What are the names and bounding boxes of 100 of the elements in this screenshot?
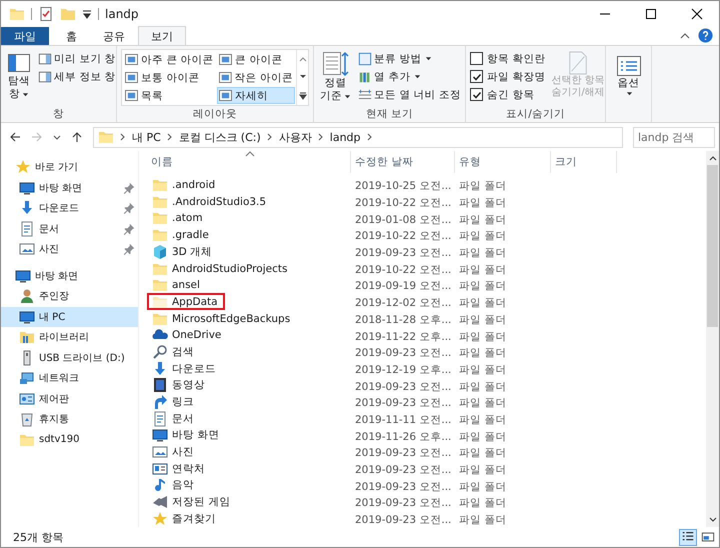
file-name[interactable]: MicrosoftEdgeBackups	[147, 310, 298, 328]
layout-option[interactable]: 자세히	[217, 87, 295, 104]
file-name[interactable]: ansel	[147, 276, 207, 294]
checkbox[interactable]	[470, 70, 483, 83]
sort-by-button[interactable]: 정렬 기준	[318, 49, 353, 105]
column-header[interactable]: 크기	[551, 151, 617, 173]
file-name[interactable]: 음악	[147, 476, 201, 494]
properties-icon[interactable]	[38, 6, 54, 22]
column-header[interactable]: 유형	[455, 151, 551, 173]
details-pane-button[interactable]: 세부 정보 창	[37, 68, 117, 85]
checkbox[interactable]	[470, 52, 483, 65]
layout-option[interactable]: 작은 아이콘	[217, 69, 295, 86]
file-name[interactable]: .AndroidStudio3.5	[147, 193, 274, 210]
view-toggle-button[interactable]	[679, 528, 697, 546]
sidebar-item[interactable]: 바로 가기	[1, 157, 138, 178]
sidebar-item[interactable]: 문서	[1, 218, 138, 239]
ribbon-tab[interactable]: 공유	[90, 27, 138, 45]
layout-option[interactable]: 큰 아이콘	[217, 51, 295, 68]
curved-arrow-icon	[152, 394, 168, 410]
table-cell-text: 2019-09-23 오전...	[354, 446, 452, 460]
breadcrumb[interactable]: landp	[330, 130, 361, 144]
checkbox[interactable]	[470, 88, 483, 101]
breadcrumb[interactable]: 로컬 디스크 (C:)	[178, 130, 261, 144]
sidebar-item[interactable]: 바탕 화면	[1, 178, 138, 198]
size-columns-button[interactable]: 모든 열 너비 조정	[357, 86, 462, 103]
close-icon[interactable]	[691, 8, 703, 20]
file-name[interactable]: 동영상	[147, 376, 212, 394]
sidebar-item[interactable]: 네트워크	[1, 368, 138, 388]
recent-caret-icon[interactable]	[53, 133, 61, 141]
table-cell-text: 2019-09-19 오전...	[354, 279, 452, 294]
sidebar-item[interactable]: 제어판	[1, 388, 138, 409]
sidebar-item[interactable]: 바탕 화면	[1, 266, 138, 286]
back-arrow-icon[interactable]	[9, 131, 21, 143]
sidebar-item[interactable]: 내 PC	[1, 306, 138, 327]
sidebar-item[interactable]: sdtv190	[1, 430, 138, 450]
up-arrow-icon[interactable]	[71, 131, 83, 143]
table-cell-text: 파일 폴더	[458, 196, 508, 210]
add-columns-button[interactable]: 열 추가	[357, 68, 462, 85]
down-arrow-icon	[152, 360, 168, 377]
table-cell-text: 2019-09-23 오전...	[354, 496, 452, 510]
layout-option[interactable]: 보통 아이콘	[123, 69, 217, 86]
columns-icon	[358, 70, 372, 84]
file-name[interactable]: AppData	[147, 293, 225, 310]
column-header[interactable]: 수정한 날짜	[351, 151, 455, 173]
file-name[interactable]: .atom	[147, 210, 210, 227]
breadcrumb[interactable]: 사용자	[278, 130, 312, 144]
file-name[interactable]: 링크	[147, 394, 201, 411]
sidebar-item[interactable]: 사진	[1, 239, 138, 260]
sidebar-item[interactable]: USB 드라이브 (D:)	[1, 348, 138, 368]
file-name[interactable]: 즐겨찾기	[147, 510, 223, 528]
scrollbar[interactable]	[706, 151, 719, 527]
help-icon[interactable]	[698, 28, 713, 43]
navigation-pane-button[interactable]: 탐색 창	[5, 49, 33, 103]
file-name[interactable]: .android	[147, 176, 222, 194]
group-by-button[interactable]: 분류 방법	[357, 50, 462, 67]
file-name[interactable]: 검색	[147, 343, 201, 360]
scroll-up-icon[interactable]	[708, 155, 716, 161]
table-cell-text: 2019-10-22 오전...	[354, 262, 452, 277]
ribbon-tab[interactable]: 파일	[1, 27, 49, 45]
star-icon	[15, 159, 31, 176]
sidebar-item[interactable]: 라이브러리	[1, 327, 138, 348]
document-icon	[152, 410, 168, 427]
down-arrow-icon	[19, 200, 35, 216]
file-name[interactable]: 연락처	[147, 460, 212, 478]
checkbox-label: 숨긴 항목	[487, 88, 534, 102]
maximize-icon[interactable]	[645, 8, 657, 20]
layout-option[interactable]: 아주 큰 아이콘	[123, 51, 217, 68]
file-name[interactable]: 3D 개체	[147, 243, 220, 260]
collapse-ribbon-icon[interactable]	[680, 30, 690, 40]
more-icon[interactable]	[299, 92, 307, 100]
customize-caret-icon[interactable]	[82, 9, 92, 19]
search-field[interactable]: landp 검색	[633, 126, 715, 148]
checkbox-option[interactable]: 파일 확장명	[470, 68, 546, 85]
file-name[interactable]: 문서	[147, 410, 201, 428]
table-cell-text: 파일 폴더	[458, 380, 508, 394]
ribbon-tab[interactable]: 홈	[53, 27, 90, 45]
ribbon-tab[interactable]: 보기	[138, 26, 186, 45]
view-icon	[125, 54, 138, 65]
file-name[interactable]: .gradle	[147, 226, 216, 244]
table-cell-text: 파일 폴더	[458, 279, 508, 294]
file-name[interactable]: 바탕 화면	[147, 426, 226, 444]
checkbox-option[interactable]: 숨긴 항목	[470, 86, 546, 103]
checkbox-option[interactable]: 항목 확인란	[470, 50, 546, 67]
sort-list-icon	[322, 51, 350, 77]
layout-option[interactable]: 목록	[123, 87, 217, 104]
file-name[interactable]: AndroidStudioProjects	[147, 260, 294, 278]
file-name[interactable]: OneDrive	[147, 326, 228, 344]
breadcrumb[interactable]: 내 PC	[132, 130, 161, 144]
scrollbar-thumb[interactable]	[707, 165, 718, 327]
file-name[interactable]: 사진	[147, 444, 201, 461]
options-button[interactable]: 옵션	[610, 53, 647, 99]
sidebar-item[interactable]: 주인장	[1, 286, 138, 306]
file-name[interactable]: 저장된 게임	[147, 494, 238, 511]
address-bar[interactable]: 내 PC 로컬 디스크 (C:) 사용자 landp	[93, 126, 623, 148]
file-name[interactable]: 다운로드	[147, 360, 223, 378]
preview-pane-button[interactable]: 미리 보기 창	[37, 50, 117, 67]
scroll-down-icon[interactable]	[708, 517, 716, 523]
sidebar-item[interactable]: 다운로드	[1, 198, 138, 218]
sidebar-item[interactable]: 휴지통	[1, 409, 138, 430]
column-header[interactable]: 이름	[147, 151, 351, 173]
